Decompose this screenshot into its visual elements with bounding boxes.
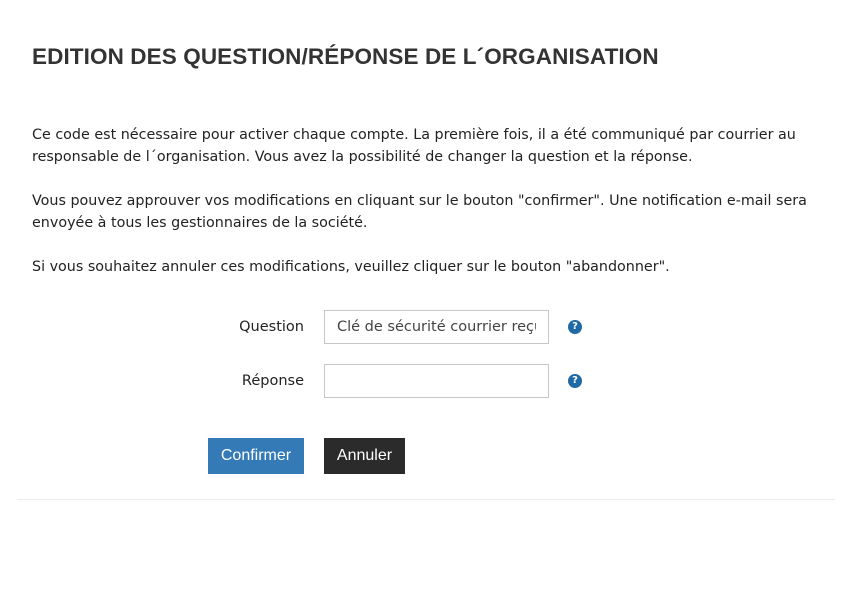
- question-label: Question: [239, 319, 304, 335]
- reponse-input[interactable]: [324, 364, 549, 398]
- intro-paragraph-2: Vous pouvez approuver vos modifications …: [32, 193, 807, 231]
- page-title: EDITION DES QUESTION/RÉPONSE DE L´ORGANI…: [32, 44, 659, 69]
- intro-paragraph-1: Ce code est nécessaire pour activer chaq…: [32, 127, 796, 165]
- question-input[interactable]: [324, 310, 549, 344]
- intro-paragraph-3: Si vous souhaitez annuler ces modificati…: [32, 259, 670, 275]
- reponse-label: Réponse: [241, 373, 304, 389]
- intro-text: Ce code est nécessaire pour activer chaq…: [32, 124, 822, 300]
- cancel-button[interactable]: Annuler: [324, 438, 405, 474]
- divider: [17, 499, 835, 500]
- confirm-button[interactable]: Confirmer: [208, 438, 304, 474]
- reponse-help-icon[interactable]: ?: [568, 374, 582, 388]
- question-help-icon[interactable]: ?: [568, 320, 582, 334]
